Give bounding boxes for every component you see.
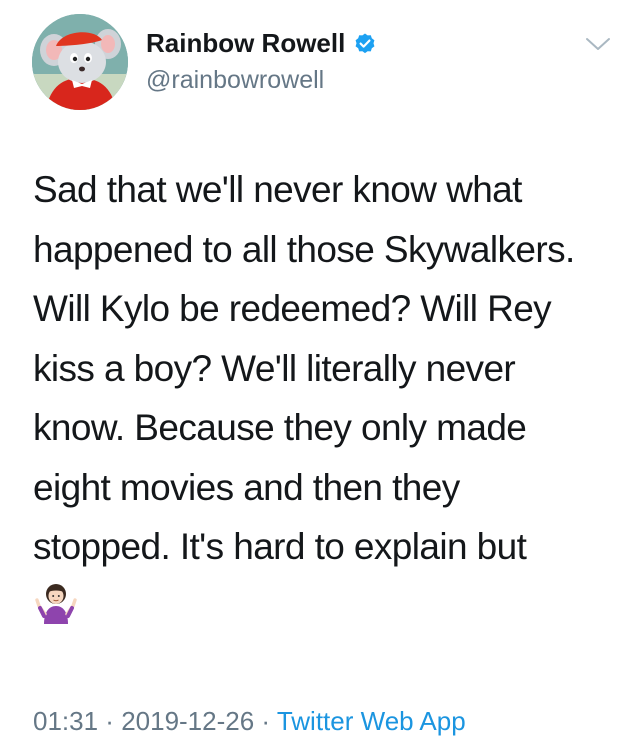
author-display-name[interactable]: Rainbow Rowell (146, 28, 345, 59)
cartoon-mouse-avatar-icon (32, 14, 128, 110)
tweet-text-line: happened to all those Skywalkers. (33, 228, 575, 270)
tweet-text-line: Will Kylo be redeemed? Will Rey (33, 288, 552, 329)
author-handle[interactable]: @rainbowrowell (146, 66, 324, 95)
meta-separator: · (98, 706, 122, 736)
tweet-text-line: kiss a boy? We'll literally never (33, 347, 516, 389)
tweet-text-line: Sad that we'll never know what (33, 169, 522, 210)
author-name[interactable]: Rainbow Rowell (146, 28, 377, 59)
tweet-text-line: know. Because they only made (33, 407, 527, 448)
woman-shrugging-emoji-icon (34, 580, 78, 624)
tweet-meta: 01:31 · 2019-12-26 · Twitter Web App (33, 706, 466, 737)
tweet-time[interactable]: 01:31 (33, 706, 98, 736)
tweet-card: Rainbow Rowell @rainbowrowell Sad that w… (0, 0, 640, 748)
chevron-down-icon[interactable] (584, 34, 612, 54)
tweet-source-link[interactable]: Twitter Web App (277, 706, 466, 736)
meta-separator: · (254, 706, 277, 736)
tweet-date[interactable]: 2019-12-26 (121, 706, 254, 736)
avatar[interactable] (32, 14, 128, 110)
tweet-text-line: eight movies and then they (33, 466, 460, 508)
tweet-text: Sad that we'll never know what happened … (33, 160, 623, 577)
verified-badge-icon (353, 32, 377, 56)
tweet-text-line: stopped. It's hard to explain but (33, 526, 527, 567)
